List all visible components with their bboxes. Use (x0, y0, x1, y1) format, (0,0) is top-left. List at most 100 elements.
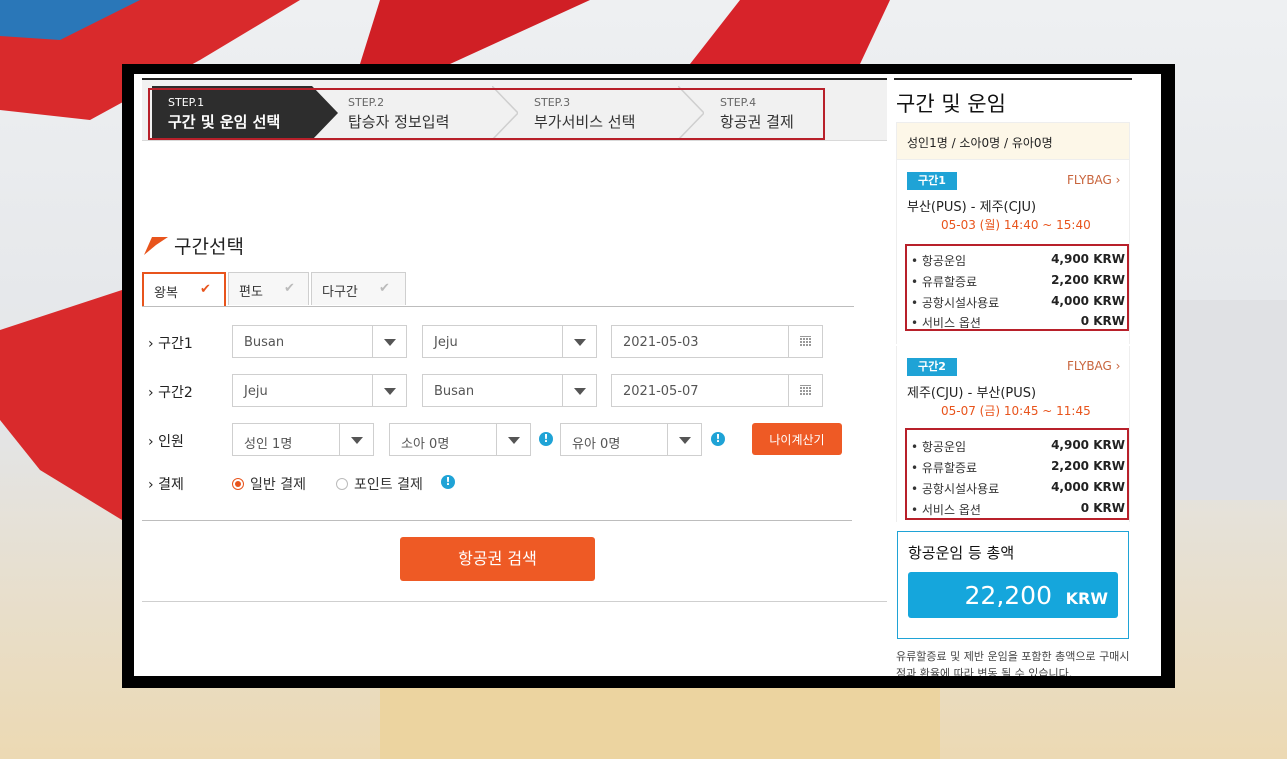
fare-amount: 2,200 KRW (1051, 459, 1125, 473)
adult-select[interactable]: 성인 1명 (232, 423, 374, 456)
fare-row: • 서비스 옵션 0 KRW (911, 501, 1125, 518)
fare-amount: 4,900 KRW (1051, 252, 1125, 266)
chevron-down-icon (496, 424, 530, 455)
point-payment-radio[interactable]: 포인트 결제 (336, 474, 423, 494)
fare-label: • 항공운임 (911, 254, 967, 268)
segment-route: 제주(CJU) - 부산(PUS) (907, 386, 1037, 401)
fare-row: • 항공운임 4,900 KRW (911, 252, 1125, 269)
trip-type-tabs: 왕복 ✔ 편도 ✔ 다구간 ✔ (142, 270, 854, 307)
segment-time: 05-03 (월) 14:40 ~ 15:40 (941, 218, 1091, 232)
fare-amount: 4,000 KRW (1051, 294, 1125, 308)
summary-pax: 성인1명 / 소아0명 / 유아0명 (896, 122, 1130, 160)
radio-dot-icon (232, 478, 244, 490)
segment-route: 부산(PUS) - 제주(CJU) (907, 200, 1037, 215)
steps-top-line (142, 78, 887, 80)
steps-highlight-box (148, 88, 825, 140)
calendar-icon[interactable] (788, 326, 822, 357)
seg2-to-value: Busan (434, 384, 475, 399)
fare-amount: 0 KRW (1080, 501, 1125, 515)
summary-segment-1: 구간1 FLYBAG › 부산(PUS) - 제주(CJU) 05-03 (월)… (896, 160, 1130, 344)
fare-amount: 2,200 KRW (1051, 273, 1125, 287)
tab-round-trip[interactable]: 왕복 ✔ (142, 272, 226, 306)
seg2-date-field[interactable]: 2021-05-07 (611, 374, 823, 407)
payment-label: › 결제 (148, 477, 184, 493)
fare-label: • 항공운임 (911, 440, 967, 454)
pax-label: › 인원 (148, 434, 184, 450)
section-title: 구간선택 (144, 232, 244, 259)
step-indicator: STEP.1 구간 및 운임 선택 STEP.2 탑승자 정보입력 STEP.3… (142, 78, 887, 141)
fare-label: • 서비스 옵션 (911, 316, 981, 330)
normal-payment-label: 일반 결제 (250, 477, 306, 493)
summary-title: 구간 및 운임 (896, 92, 1006, 116)
seg1-label: › 구간1 (148, 336, 193, 352)
seg1-from-select[interactable]: Busan (232, 325, 407, 358)
fare-amount: 0 KRW (1080, 314, 1125, 328)
seg1-label-text: 구간1 (158, 336, 193, 352)
flight-search-button[interactable]: 항공권 검색 (400, 537, 595, 581)
fare-label: • 유류할증료 (911, 275, 978, 289)
chevron-down-icon (372, 326, 406, 357)
seg2-date-value: 2021-05-07 (623, 384, 699, 399)
calendar-icon[interactable] (788, 375, 822, 406)
infant-info-icon[interactable]: ! (711, 432, 725, 446)
normal-payment-radio[interactable]: 일반 결제 (232, 474, 306, 494)
tab-multi-city-label: 다구간 (322, 285, 358, 300)
infant-select[interactable]: 유아 0명 (560, 423, 702, 456)
tab-one-way[interactable]: 편도 ✔ (228, 272, 309, 305)
fare-breakdown-box: • 항공운임 4,900 KRW • 유류할증료 2,200 KRW • 공항시설사… (905, 428, 1129, 520)
tab-one-way-label: 편도 (239, 285, 263, 300)
fare-label: • 서비스 옵션 (911, 503, 981, 517)
total-amount: 22,200 KRW (908, 572, 1118, 618)
seg2-from-select[interactable]: Jeju (232, 374, 407, 407)
radio-dot-icon (336, 478, 348, 490)
chevron-down-icon (667, 424, 701, 455)
chevron-down-icon (562, 375, 596, 406)
fare-amount: 4,900 KRW (1051, 438, 1125, 452)
booking-screen: STEP.1 구간 및 운임 선택 STEP.2 탑승자 정보입력 STEP.3… (134, 74, 1161, 676)
chevron-down-icon (562, 326, 596, 357)
fare-row: • 항공운임 4,900 KRW (911, 438, 1125, 455)
point-payment-label: 포인트 결제 (354, 477, 423, 493)
total-fare-box: 항공운임 등 총액 22,200 KRW (897, 531, 1129, 639)
seg2-label: › 구간2 (148, 385, 193, 401)
booking-panel: STEP.1 구간 및 운임 선택 STEP.2 탑승자 정보입력 STEP.3… (142, 74, 887, 676)
point-info-icon[interactable]: ! (441, 475, 455, 489)
segment-time: 05-07 (금) 10:45 ~ 11:45 (941, 404, 1091, 418)
chevron-down-icon (372, 375, 406, 406)
section-title-text: 구간선택 (174, 236, 244, 258)
child-info-icon[interactable]: ! (539, 432, 553, 446)
total-currency: KRW (1065, 589, 1108, 608)
segment-badge: 구간2 (907, 358, 957, 376)
seg2-to-select[interactable]: Busan (422, 374, 597, 407)
check-icon: ✔ (200, 282, 211, 297)
screen-frame: STEP.1 구간 및 운임 선택 STEP.2 탑승자 정보입력 STEP.3… (122, 64, 1175, 688)
seg1-date-field[interactable]: 2021-05-03 (611, 325, 823, 358)
payment-label-text: 결제 (158, 477, 184, 493)
child-select[interactable]: 소아 0명 (389, 423, 531, 456)
fare-note: 유류할증료 및 제반 운임을 포함한 총액으로 구매시점과 환율에 따라 변동 … (896, 650, 1130, 676)
tab-round-trip-label: 왕복 (154, 286, 178, 301)
total-label: 항공운임 등 총액 (908, 544, 1015, 562)
fare-label: • 공항시설사용료 (911, 296, 1000, 310)
summary-top-line (894, 78, 1132, 80)
fare-breakdown-box: • 항공운임 4,900 KRW • 유류할증료 2,200 KRW • 공항시설사… (905, 244, 1129, 331)
flybag-link[interactable]: FLYBAG › (1067, 173, 1120, 187)
seg1-to-value: Jeju (434, 335, 458, 350)
check-icon: ✔ (379, 281, 390, 296)
fare-row: • 유류할증료 2,200 KRW (911, 459, 1125, 476)
seg1-to-select[interactable]: Jeju (422, 325, 597, 358)
fare-row: • 서비스 옵션 0 KRW (911, 314, 1125, 331)
fare-row: • 공항시설사용료 4,000 KRW (911, 294, 1125, 311)
total-value: 22,200 (964, 581, 1052, 610)
tab-multi-city[interactable]: 다구간 ✔ (311, 272, 406, 305)
chevron-down-icon (339, 424, 373, 455)
flybag-link[interactable]: FLYBAG › (1067, 359, 1120, 373)
pax-label-text: 인원 (158, 434, 184, 450)
segment-badge: 구간1 (907, 172, 957, 190)
age-calculator-button[interactable]: 나이계산기 (752, 423, 842, 455)
fare-label: • 유류할증료 (911, 461, 978, 475)
divider (142, 601, 887, 602)
fare-label: • 공항시설사용료 (911, 482, 1000, 496)
adult-value: 성인 1명 (244, 437, 293, 452)
fare-amount: 4,000 KRW (1051, 480, 1125, 494)
